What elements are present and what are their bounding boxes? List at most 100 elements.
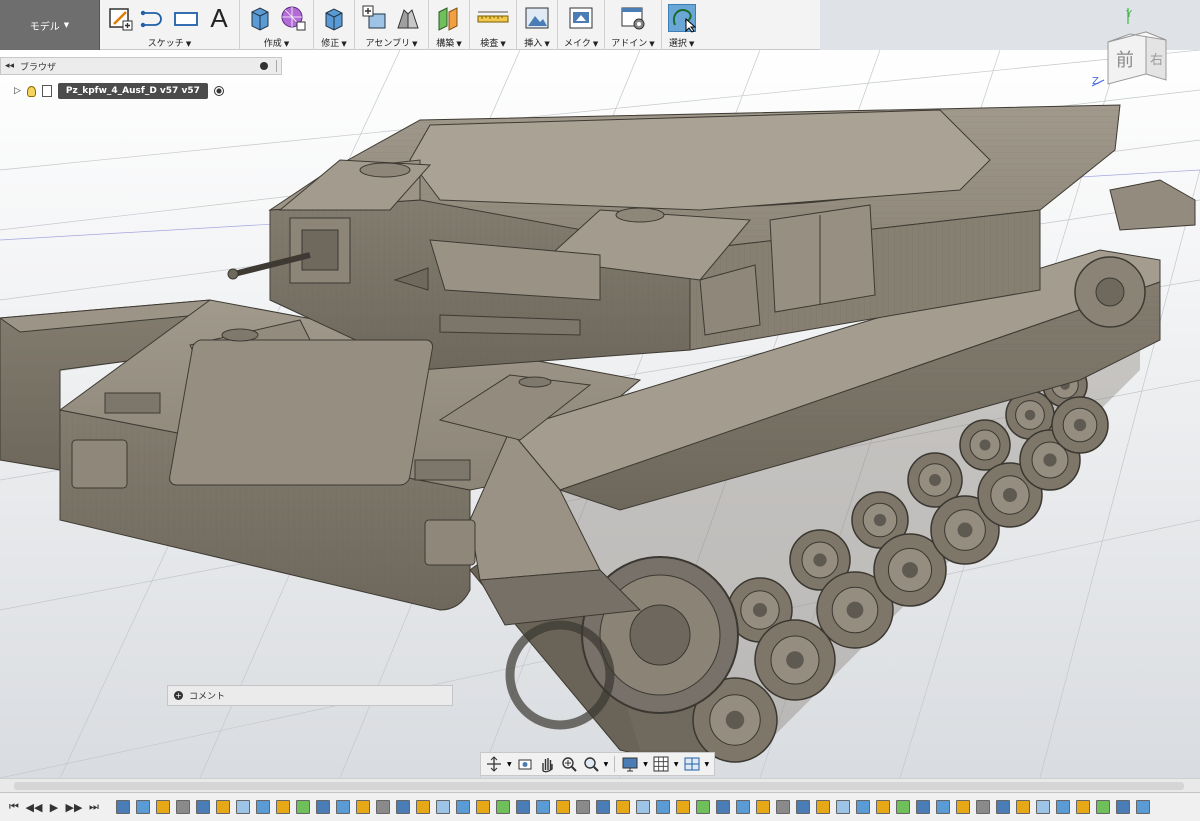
timeline-feature-icon[interactable]	[1096, 800, 1110, 814]
toolbar-group-label[interactable]: 挿入 ▼	[524, 36, 549, 49]
timeline-feature-icon[interactable]	[316, 800, 330, 814]
text-tool-icon[interactable]: A	[205, 3, 233, 33]
timeline-feature-icon[interactable]	[356, 800, 370, 814]
timeline-feature-icon[interactable]	[416, 800, 430, 814]
timeline-feature-icon[interactable]	[536, 800, 550, 814]
timeline-feature-icon[interactable]	[196, 800, 210, 814]
lightbulb-icon[interactable]	[26, 85, 36, 97]
timeline-feature-icon[interactable]	[1016, 800, 1030, 814]
toolbar-group-label[interactable]: メイク ▼	[564, 36, 598, 49]
timeline-feature-icon[interactable]	[936, 800, 950, 814]
timeline-feature-icon[interactable]	[856, 800, 870, 814]
timeline-feature-icon[interactable]	[696, 800, 710, 814]
pan-hand-icon[interactable]	[538, 755, 556, 773]
line-tool-icon[interactable]	[139, 4, 167, 32]
timeline-feature-icon[interactable]	[996, 800, 1010, 814]
timeline-feature-icon[interactable]	[496, 800, 510, 814]
timeline-feature-icon[interactable]	[876, 800, 890, 814]
timeline-feature-icon[interactable]	[396, 800, 410, 814]
timeline-feature-icon[interactable]	[636, 800, 650, 814]
view-cube[interactable]: Y Z 前 右	[1090, 6, 1196, 90]
orbit-icon[interactable]	[485, 755, 503, 773]
timeline-play-icon[interactable]: ▶	[46, 799, 62, 815]
viewports-icon[interactable]	[683, 755, 701, 773]
look-at-icon[interactable]	[516, 755, 534, 773]
timeline-feature-icon[interactable]	[656, 800, 670, 814]
timeline-feature-icon[interactable]	[456, 800, 470, 814]
timeline-feature-icon[interactable]	[336, 800, 350, 814]
timeline-feature-icon[interactable]	[156, 800, 170, 814]
toolbar-group-label[interactable]: 構築 ▼	[436, 36, 461, 49]
timeline-start-icon[interactable]: ⏮	[6, 799, 22, 815]
timeline-feature-icon[interactable]	[1036, 800, 1050, 814]
timeline-feature-icon[interactable]	[716, 800, 730, 814]
browser-document-row[interactable]: ▷ Pz_kpfw_4_Ausf_D v57 v57	[0, 79, 282, 103]
timeline-feature-icon[interactable]	[1116, 800, 1130, 814]
3d-print-icon[interactable]	[567, 4, 595, 32]
toolbar-group-label[interactable]: 修正 ▼	[321, 36, 346, 49]
timeline-feature-icon[interactable]	[1056, 800, 1070, 814]
timeline-step-back-icon[interactable]: ◀◀	[26, 799, 43, 815]
toolbar-group-label[interactable]: 検査 ▼	[480, 36, 505, 49]
timeline-feature-icon[interactable]	[596, 800, 610, 814]
form-sphere-icon[interactable]	[279, 4, 307, 32]
fit-zoom-icon[interactable]	[582, 755, 600, 773]
zoom-icon[interactable]	[560, 755, 578, 773]
timeline-scrollbar[interactable]	[0, 778, 1200, 792]
chevron-down-icon[interactable]: ▼	[674, 761, 679, 768]
workspace-switcher-button[interactable]: モデル ▼	[0, 0, 100, 50]
timeline-feature-icon[interactable]	[436, 800, 450, 814]
timeline-feature-icon[interactable]	[236, 800, 250, 814]
chevron-down-icon[interactable]: ▼	[507, 761, 512, 768]
timeline-feature-icon[interactable]	[956, 800, 970, 814]
timeline-feature-icon[interactable]	[776, 800, 790, 814]
timeline-feature-icon[interactable]	[376, 800, 390, 814]
timeline-feature-icon[interactable]	[976, 800, 990, 814]
timeline-feature-icon[interactable]	[796, 800, 810, 814]
rectangle-tool-icon[interactable]	[172, 4, 200, 32]
timeline-feature-icon[interactable]	[576, 800, 590, 814]
timeline-feature-icon[interactable]	[176, 800, 190, 814]
comment-bar[interactable]: + コメント	[167, 685, 453, 706]
measure-icon[interactable]	[476, 4, 510, 32]
timeline-feature-icon[interactable]	[916, 800, 930, 814]
chevron-down-icon[interactable]: ▼	[705, 761, 710, 768]
timeline-feature-icon[interactable]	[136, 800, 150, 814]
press-pull-icon[interactable]	[320, 4, 348, 32]
timeline-feature-icon[interactable]	[836, 800, 850, 814]
expand-triangle-icon[interactable]: ▷	[14, 86, 21, 96]
offset-plane-icon[interactable]	[435, 4, 463, 32]
toolbar-group-label[interactable]: 選択 ▼	[669, 36, 694, 49]
chevron-down-icon[interactable]: ▼	[643, 761, 648, 768]
timeline-feature-icon[interactable]	[1136, 800, 1150, 814]
extrude-icon[interactable]	[246, 4, 274, 32]
timeline-feature-icon[interactable]	[516, 800, 530, 814]
toolbar-group-label[interactable]: アドイン ▼	[611, 36, 654, 49]
timeline-feature-icon[interactable]	[616, 800, 630, 814]
joint-icon[interactable]	[394, 4, 422, 32]
timeline-scroll-thumb[interactable]	[14, 782, 1184, 790]
minimize-icon[interactable]	[260, 62, 268, 70]
canvas-viewport[interactable]	[0, 50, 1200, 778]
toolbar-group-label[interactable]: アセンブリ ▼	[366, 36, 418, 49]
create-sketch-icon[interactable]	[106, 4, 134, 32]
chevron-down-icon[interactable]: ▼	[604, 761, 609, 768]
add-comment-icon[interactable]: +	[174, 691, 183, 700]
timeline-feature-icon[interactable]	[476, 800, 490, 814]
timeline-feature-icon[interactable]	[556, 800, 570, 814]
timeline-feature-icon[interactable]	[1076, 800, 1090, 814]
timeline-feature-icon[interactable]	[676, 800, 690, 814]
timeline-feature-icon[interactable]	[756, 800, 770, 814]
timeline-feature-icon[interactable]	[256, 800, 270, 814]
insert-image-icon[interactable]	[523, 4, 551, 32]
timeline-feature-icon[interactable]	[296, 800, 310, 814]
timeline-feature-icon[interactable]	[216, 800, 230, 814]
timeline-feature-icon[interactable]	[116, 800, 130, 814]
timeline-feature-icon[interactable]	[816, 800, 830, 814]
toolbar-group-label[interactable]: 作成 ▼	[264, 36, 289, 49]
document-name[interactable]: Pz_kpfw_4_Ausf_D v57 v57	[57, 83, 208, 99]
grid-settings-icon[interactable]	[652, 755, 670, 773]
timeline-step-forward-icon[interactable]: ▶▶	[66, 799, 83, 815]
toolbar-group-label[interactable]: スケッチ ▼	[148, 36, 191, 49]
new-component-icon[interactable]	[361, 4, 389, 32]
